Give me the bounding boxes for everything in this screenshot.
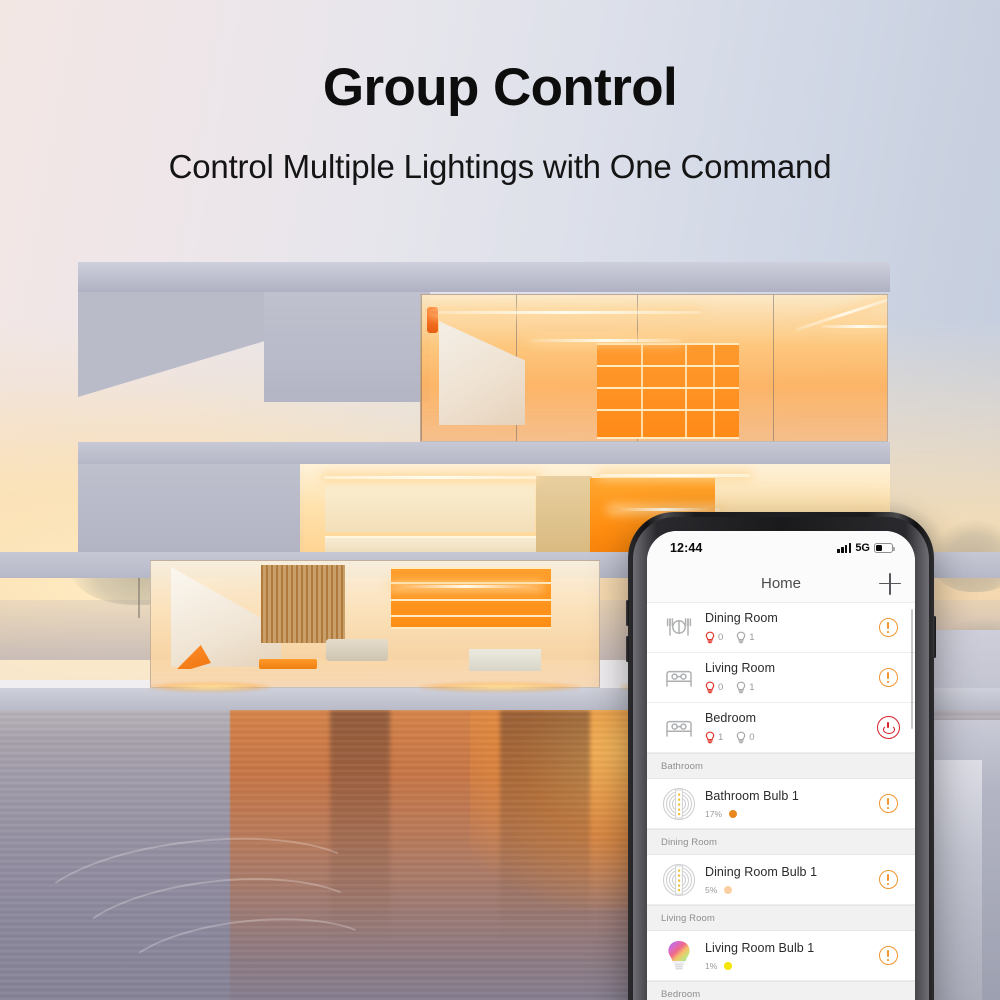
- sofa: [326, 639, 388, 661]
- bulbs-on-stat: 1: [705, 731, 723, 744]
- device-name: Bathroom Bulb 1: [705, 788, 799, 803]
- warning-icon[interactable]: [878, 668, 898, 687]
- bulb-off-icon: [736, 681, 746, 694]
- fire-reflection: [150, 682, 270, 692]
- room-name: Dining Room: [705, 611, 778, 625]
- brightness-value: 17%: [705, 808, 723, 819]
- room-row[interactable]: Bedroom 1 0: [647, 703, 915, 753]
- warning-icon[interactable]: [878, 618, 898, 637]
- bulb-on-icon: [705, 681, 715, 694]
- bulbs-off-count: 1: [749, 632, 755, 643]
- dining-table: [469, 649, 541, 671]
- roof-slab: [78, 262, 890, 292]
- bulbs-on-count: 0: [718, 632, 724, 643]
- led-strip: [531, 339, 681, 342]
- section-header: Bathroom: [647, 753, 915, 779]
- bulbs-off-count: 0: [749, 732, 755, 743]
- bulbs-on-count: 1: [718, 732, 724, 743]
- power-icon[interactable]: [876, 716, 900, 739]
- bulbs-off-stat: 0: [736, 731, 755, 744]
- room-name: Living Room: [705, 661, 776, 675]
- led-strip: [821, 325, 887, 328]
- scrollbar[interactable]: [910, 609, 913, 729]
- bulbs-off-count: 1: [749, 682, 755, 693]
- led-strip: [324, 476, 538, 479]
- bulb-off-icon: [736, 631, 746, 644]
- warning-icon[interactable]: [878, 870, 898, 889]
- lit-shelving: [391, 567, 551, 629]
- led-strip: [600, 474, 750, 477]
- lower-living-room: [150, 560, 600, 688]
- device-row[interactable]: Living Room Bulb 1 1%: [647, 931, 915, 981]
- room-name: Bedroom: [705, 711, 757, 725]
- color-swatch: [724, 961, 733, 970]
- upper-wall: [264, 292, 430, 402]
- kitchen-cabinets: [325, 484, 535, 532]
- nav-bar: Home: [647, 565, 915, 603]
- phone-power-button[interactable]: [933, 616, 936, 658]
- bulbs-on-count: 0: [718, 682, 724, 693]
- device-row[interactable]: Dining Room Bulb 1 5%: [647, 855, 915, 905]
- bulbs-off-stat: 1: [736, 681, 755, 694]
- status-bar: 12:44 5G: [647, 531, 915, 565]
- ground-wall: [78, 464, 304, 560]
- light-strip-icon: [661, 862, 697, 898]
- interior-wall: [536, 476, 592, 558]
- bulbs-on-stat: 0: [705, 681, 723, 694]
- phone-volume-button[interactable]: [626, 636, 629, 662]
- section-header: Living Room: [647, 905, 915, 931]
- warning-icon[interactable]: [878, 946, 898, 965]
- dining-room-icon: [661, 610, 697, 646]
- room-row[interactable]: Dining Room 0 1: [647, 603, 915, 653]
- promo-graphic: Group Control Control Multiple Lightings…: [0, 0, 1000, 1000]
- device-name: Living Room Bulb 1: [705, 940, 815, 955]
- phone-volume-button[interactable]: [626, 600, 629, 626]
- color-swatch: [724, 885, 733, 894]
- bulb-on-icon: [705, 631, 715, 644]
- bed-icon: [661, 710, 697, 746]
- page-subtitle: Control Multiple Lightings with One Comm…: [168, 147, 832, 185]
- upper-staircase: [439, 321, 525, 425]
- room-row[interactable]: Living Room 0 1: [647, 653, 915, 703]
- cellular-bars-icon: [837, 543, 852, 553]
- network-label: 5G: [855, 542, 870, 554]
- fire-reflection: [420, 682, 580, 692]
- phone-mockup: 12:44 5G Home Dining Room 0 1 Living Roo…: [626, 512, 936, 1000]
- section-header: Bedroom: [647, 981, 915, 1000]
- wood-slat-wall: [261, 565, 345, 643]
- led-strip: [431, 311, 701, 314]
- section-header: Dining Room: [647, 829, 915, 855]
- coffee-table: [259, 659, 317, 669]
- bulbs-off-stat: 1: [736, 631, 755, 644]
- device-list[interactable]: Dining Room 0 1 Living Room 0 1 Bedroom …: [647, 603, 915, 1000]
- device-name: Dining Room Bulb 1: [705, 864, 818, 879]
- bulb-on-icon: [705, 731, 715, 744]
- nav-title: Home: [760, 575, 801, 592]
- led-strip: [610, 508, 720, 511]
- battery-icon: [874, 543, 896, 553]
- upper-floor-interior: [420, 294, 888, 442]
- lit-shelving: [597, 343, 739, 439]
- bulbs-on-stat: 0: [705, 631, 723, 644]
- color-swatch: [729, 809, 738, 818]
- phone-screen: 12:44 5G Home Dining Room 0 1 Living Roo…: [647, 531, 915, 1000]
- mid-floor-slab: [78, 442, 890, 464]
- page-title: Group Control: [322, 58, 678, 117]
- bulb-off-icon: [736, 731, 746, 744]
- device-row[interactable]: Bathroom Bulb 1 17%: [647, 779, 915, 829]
- warning-icon[interactable]: [878, 794, 898, 813]
- brightness-value: 1%: [705, 960, 718, 971]
- bed-icon: [661, 660, 697, 696]
- brightness-value: 5%: [705, 884, 718, 895]
- plus-icon[interactable]: [879, 572, 901, 595]
- led-strip: [391, 585, 541, 588]
- status-time: 12:44: [670, 541, 703, 555]
- light-strip-icon: [661, 786, 697, 822]
- color-bulb-icon: [661, 938, 697, 974]
